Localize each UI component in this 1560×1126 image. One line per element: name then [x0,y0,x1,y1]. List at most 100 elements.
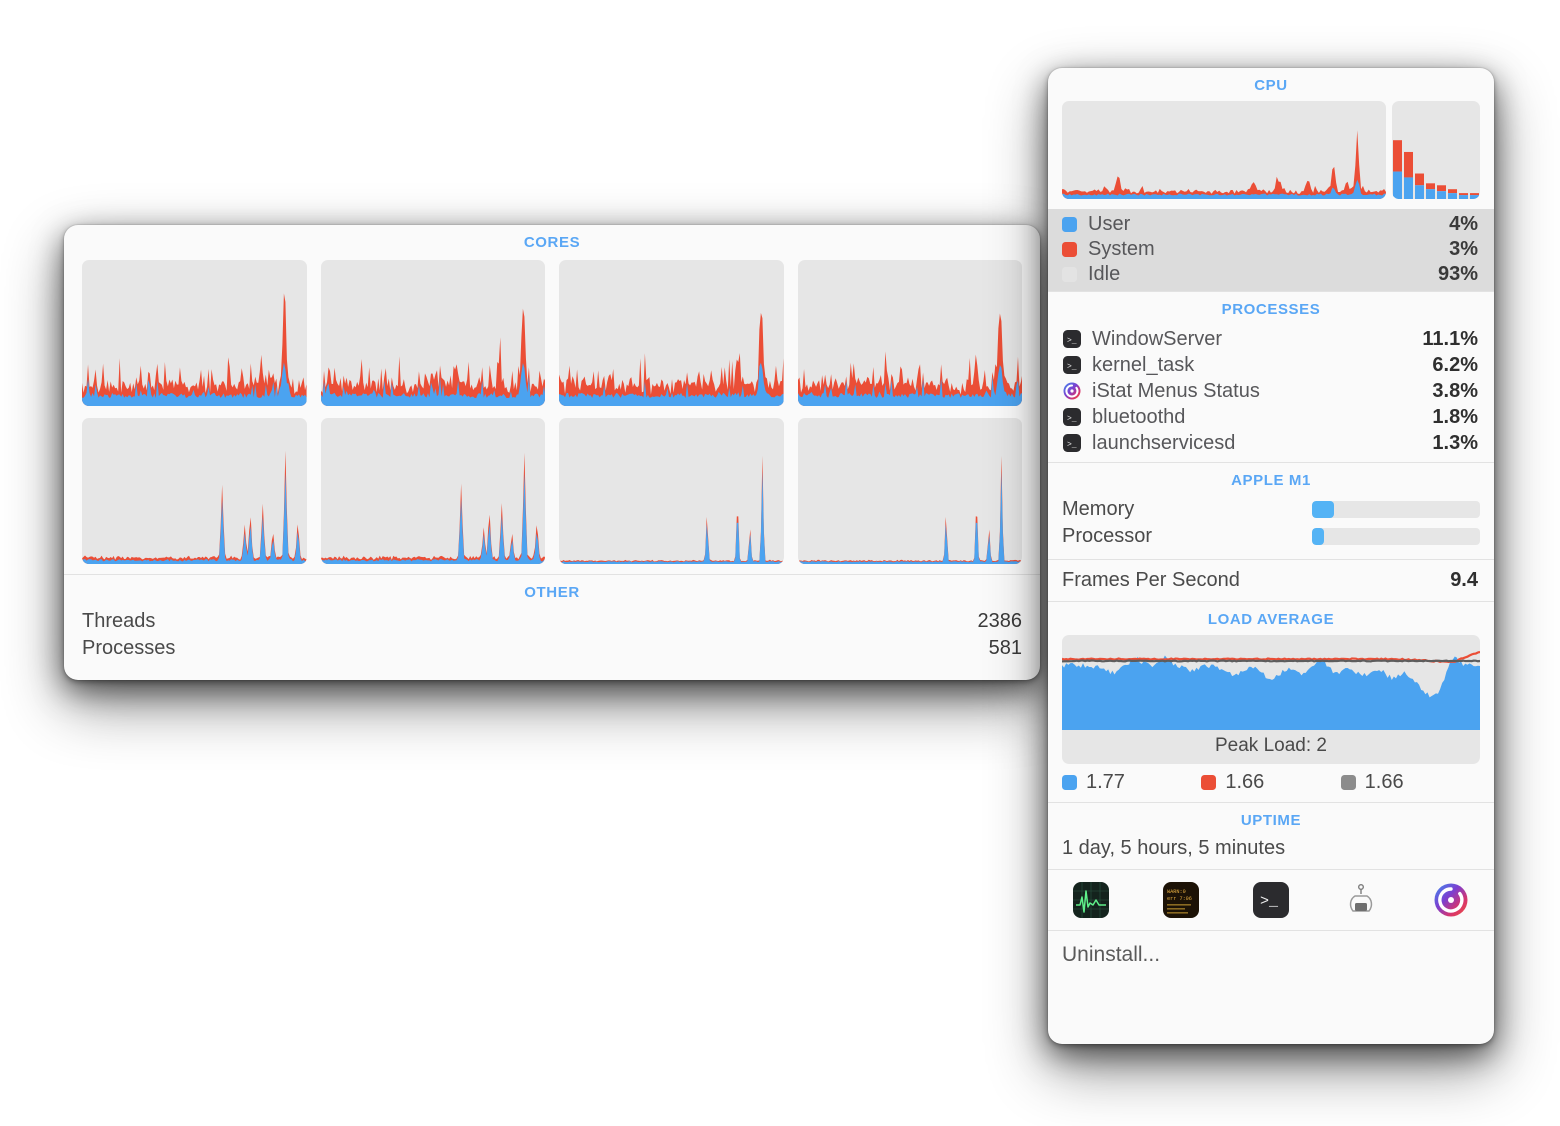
svg-text:>_: >_ [1067,415,1077,424]
core-graph-6[interactable] [320,418,545,564]
system-color-swatch [1062,242,1077,257]
load-average-section-title: LOAD AVERAGE [1207,611,1335,628]
process-value: 1.3% [1432,431,1478,454]
other-section-title: OTHER [524,584,580,601]
cpu-history-chart[interactable] [1062,101,1386,199]
svg-text:>_: >_ [1067,441,1077,450]
cpu-legend-row-user[interactable]: User 4% [1048,212,1494,237]
svg-text:>_: >_ [1067,337,1077,346]
processor-meter [1312,528,1480,545]
process-row-kernel-task[interactable]: >_ kernel_task 6.2% [1048,352,1494,378]
threads-value: 2386 [977,610,1023,632]
load-average-legend: 1.77 1.66 1.66 [1048,764,1494,802]
core-graph-2[interactable] [320,260,545,406]
process-name: WindowServer [1092,327,1223,350]
load-5min-value: 1.66 [1225,771,1265,793]
svg-text:>_: >_ [1260,893,1279,910]
chip-section-title: APPLE M1 [1231,472,1311,489]
core-graph-3[interactable] [559,260,784,406]
fps-row[interactable]: Frames Per Second 9.4 [1048,560,1494,601]
screenshot-stage: CORES OTHER Threads 2386 Processes 581 C… [0,0,1560,1126]
user-color-swatch [1062,217,1077,232]
process-value: 1.8% [1432,405,1478,428]
svg-text:err 7:06: err 7:06 [1167,896,1192,902]
peak-load-label: Peak Load: 2 [1062,730,1480,764]
cores-grid [64,258,1040,574]
threads-label: Threads [82,610,156,632]
processor-label: Processor [1062,525,1153,547]
load-1min: 1.77 [1062,771,1201,794]
istat-menus-icon[interactable] [1432,881,1470,919]
process-name: kernel_task [1092,353,1195,376]
processes-label: Processes [82,637,176,659]
svg-text:WARN:0: WARN:0 [1167,889,1186,895]
memory-label: Memory [1062,498,1135,520]
idle-color-swatch [1062,267,1077,282]
core-graph-8[interactable] [797,418,1022,564]
processes-row: Processes 581 [82,635,1022,662]
terminal-icon: >_ [1062,407,1082,427]
fps-value: 9.4 [1450,569,1478,591]
uptime-value: 1 day, 5 hours, 5 minutes [1062,837,1286,859]
cpu-section-title: CPU [1254,77,1288,94]
memory-meter [1312,501,1480,518]
processes-list: >_ WindowServer 11.1% >_ kernel_task 6.2… [1048,325,1494,462]
cpu-system-value: 3% [1449,238,1478,260]
process-value: 6.2% [1432,353,1478,376]
activity-monitor-icon[interactable] [1072,881,1110,919]
core-chart-6 [320,452,545,564]
cpu-legend-row-idle[interactable]: Idle 93% [1048,262,1494,287]
load-15min: 1.66 [1340,771,1480,794]
fps-label: Frames Per Second [1062,569,1240,591]
console-log-icon[interactable]: WARN:0 err 7:06 [1162,881,1200,919]
process-row-windowserver[interactable]: >_ WindowServer 11.1% [1048,326,1494,352]
core-chart-8 [797,455,1022,564]
processes-section-title: PROCESSES [1221,301,1321,318]
cpu-core-bars-chart[interactable] [1392,101,1480,199]
cpu-system-label: System [1088,238,1155,260]
uninstall-menu-item[interactable]: Uninstall... [1048,931,1494,979]
terminal-icon: >_ [1062,433,1082,453]
cores-section-title: CORES [523,234,581,251]
uptime-section-title: UPTIME [1240,812,1302,829]
core-chart-3 [559,312,784,406]
terminal-icon: >_ [1062,355,1082,375]
process-name: bluetoothd [1092,405,1186,428]
load-average-chart[interactable] [1062,635,1480,730]
core-chart-5 [82,450,307,564]
process-row-bluetoothd[interactable]: >_ bluetoothd 1.8% [1048,404,1494,430]
terminal-icon[interactable]: >_ [1252,881,1290,919]
load-5min: 1.66 [1201,771,1340,794]
homebrew-icon[interactable] [1342,881,1380,919]
svg-text:>_: >_ [1067,363,1077,372]
core-chart-1 [82,293,307,406]
processes-value: 581 [988,637,1022,659]
load-15min-swatch [1340,775,1356,790]
process-row-istat-menus-status[interactable]: iStat Menus Status 3.8% [1048,378,1494,404]
process-name: iStat Menus Status [1092,379,1260,402]
terminal-icon: >_ [1062,329,1082,349]
core-chart-2 [320,308,545,406]
core-graph-7[interactable] [559,418,784,564]
istat-menus-icon [1062,381,1082,401]
process-name: launchservicesd [1092,431,1236,454]
core-graph-1[interactable] [82,260,307,406]
cpu-graph-row [1048,101,1494,209]
chip-meters: Memory Processor [1048,496,1494,559]
cpu-idle-value: 93% [1437,263,1478,285]
process-value: 11.1% [1422,327,1478,350]
cpu-core-bars-svg [1393,140,1479,199]
cpu-legend-row-system[interactable]: System 3% [1048,237,1494,262]
app-shortcuts-row: WARN:0 err 7:06 >_ [1048,870,1494,930]
process-row-launchservicesd[interactable]: >_ launchservicesd 1.3% [1048,430,1494,456]
memory-meter-row[interactable]: Memory [1048,496,1494,523]
core-graph-4[interactable] [797,260,1022,406]
cpu-user-value: 4% [1449,213,1478,235]
core-graph-5[interactable] [82,418,307,564]
core-chart-4 [797,313,1022,406]
load-15min-value: 1.66 [1364,771,1404,793]
processor-meter-row[interactable]: Processor [1048,523,1494,550]
threads-row: Threads 2386 [82,608,1022,635]
cores-window: CORES OTHER Threads 2386 Processes 581 [64,225,1040,680]
other-rows: Threads 2386 Processes 581 [64,608,1040,672]
